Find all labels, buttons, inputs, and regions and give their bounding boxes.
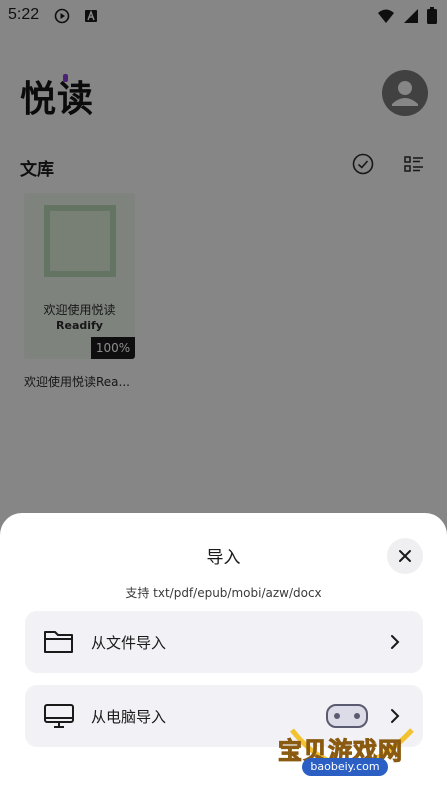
sheet-title: 导入: [206, 548, 241, 568]
option-label: 从电脑导入: [91, 708, 167, 726]
close-button[interactable]: [387, 538, 423, 574]
app-screen: 5:22 悦读 文库 欢迎使用悦读 Readify 100% 欢迎使用悦读Rea…: [0, 0, 447, 796]
option-label: 从文件导入: [91, 634, 167, 652]
watermark-url: baobeiy.com: [302, 758, 388, 776]
monitor-icon: [44, 704, 74, 728]
supported-formats: 支持 txt/pdf/epub/mobi/azw/docx: [125, 586, 322, 600]
folder-icon: [44, 631, 73, 653]
close-icon: [399, 550, 411, 562]
import-from-file-button[interactable]: 从文件导入: [25, 611, 423, 673]
chevron-right-icon: [391, 635, 400, 649]
